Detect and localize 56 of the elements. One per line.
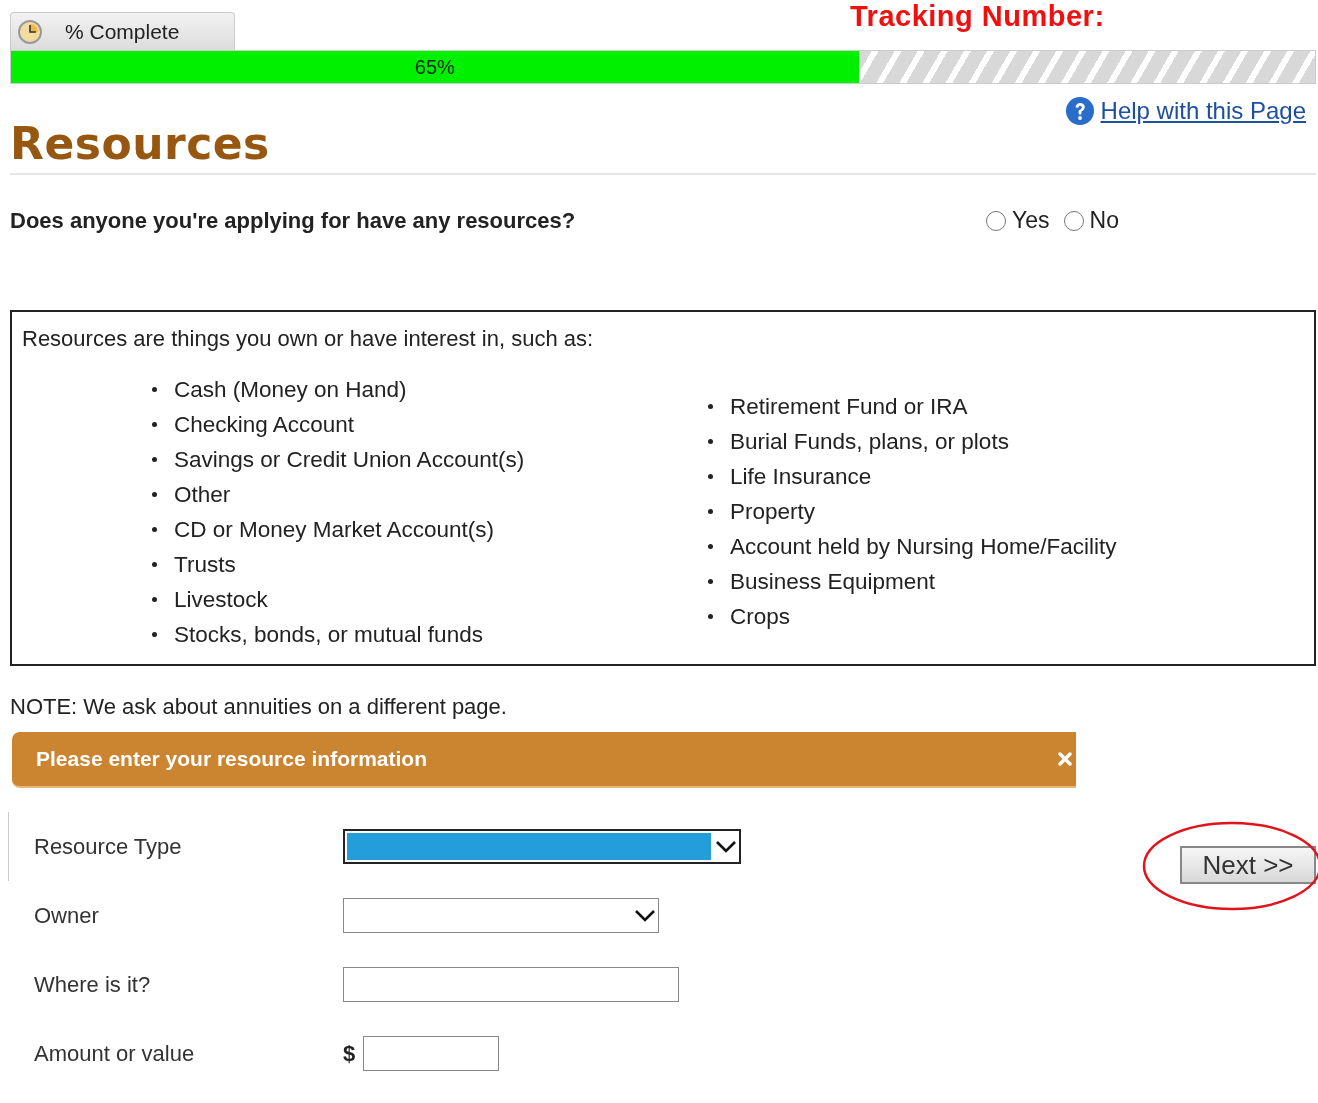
bullet-icon xyxy=(152,632,157,637)
resource-item: Life Insurance xyxy=(730,463,872,490)
help-icon xyxy=(1064,96,1095,126)
info-intro: Resources are things you own or have interest in, such as: xyxy=(22,326,595,352)
progress-label: % Complete xyxy=(65,19,180,44)
resource-item: Property xyxy=(730,498,816,525)
resource-item: Cash (Money on Hand) xyxy=(174,376,407,403)
bullet-icon xyxy=(708,439,713,444)
resource-item: Stocks, bonds, or mutual funds xyxy=(174,621,483,648)
bullet-icon xyxy=(152,562,157,567)
bullet-icon xyxy=(708,509,713,514)
resource-item: CD or Money Market Account(s) xyxy=(174,516,495,543)
progress-reading: 65% xyxy=(414,55,455,79)
amount-field[interactable] xyxy=(363,1036,500,1071)
chevron-icon xyxy=(634,908,656,923)
resource-item: Crops xyxy=(730,603,791,630)
resource-item: Retirement Fund or IRA xyxy=(730,393,968,420)
field-label: Owner xyxy=(34,902,100,929)
help-link[interactable]: Help with this Page xyxy=(1100,97,1306,125)
bullet-icon xyxy=(708,474,713,479)
panel-title: Please enter your resource information xyxy=(36,747,427,771)
bullet-icon xyxy=(708,404,713,409)
page-heading: Resources xyxy=(10,118,271,169)
next-button[interactable]: Next >> xyxy=(1180,846,1316,884)
bullet-icon xyxy=(152,527,157,532)
resource-item: Account held by Nursing Home/Facility xyxy=(730,533,1117,560)
resource-item: Checking Account xyxy=(174,411,355,438)
close-icon[interactable] xyxy=(1058,752,1072,766)
resource-item: Burial Funds, plans, or plots xyxy=(730,428,1009,455)
dropdown-field[interactable] xyxy=(343,829,741,864)
resource-item: Business Equipment xyxy=(730,568,936,595)
field-label: Resource Type xyxy=(34,833,183,860)
chevron-icon xyxy=(715,839,737,854)
dropdown-field[interactable] xyxy=(343,898,659,933)
resource-item: Savings or Credit Union Account(s) xyxy=(174,446,525,473)
question-text: Does anyone you're applying for have any resources? xyxy=(10,207,577,234)
bullet-icon xyxy=(152,457,157,462)
note-text: NOTE: We ask about annuities on a different page. xyxy=(10,694,508,720)
tracking-number-label: Tracking Number: xyxy=(850,0,1105,33)
input-field[interactable] xyxy=(343,967,679,1002)
resource-item: Trusts xyxy=(174,551,236,578)
currency-symbol: $ xyxy=(343,1040,356,1067)
field-label: Amount or value xyxy=(34,1040,196,1067)
bullet-icon xyxy=(152,387,157,392)
field-label: Where is it? xyxy=(34,971,152,998)
clock-icon xyxy=(17,18,43,45)
bullet-icon xyxy=(708,614,713,619)
bullet-icon xyxy=(708,579,713,584)
bullet-icon xyxy=(152,422,157,427)
radio-label: No xyxy=(1089,207,1119,234)
bullet-icon xyxy=(708,544,713,549)
resource-item: Other xyxy=(174,481,231,508)
radio-label: Yes xyxy=(1012,207,1050,234)
bullet-icon xyxy=(152,597,157,602)
bullet-icon xyxy=(152,492,157,497)
resource-item: Livestock xyxy=(174,586,268,613)
